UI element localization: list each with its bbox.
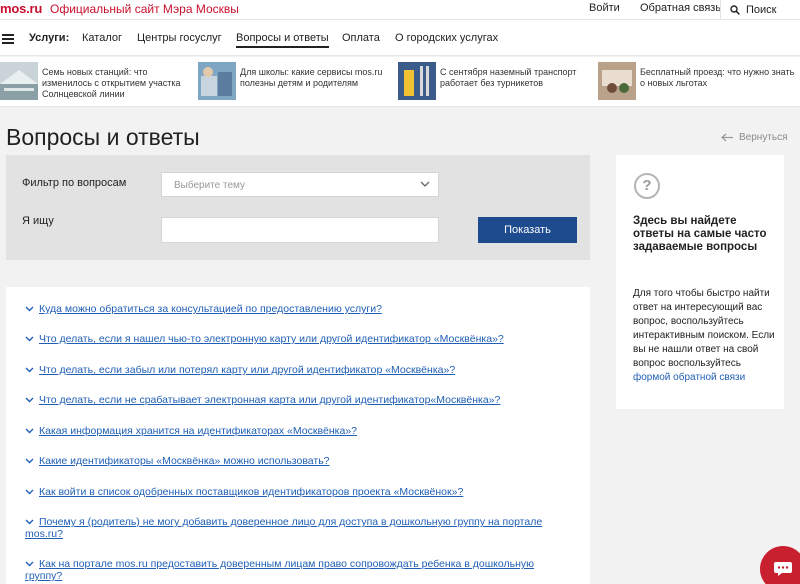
question-item[interactable]: Какая информация хранится на идентификат…	[25, 425, 565, 437]
news-item[interactable]: Бесплатный проезд: что нужно знать о нов…	[598, 62, 798, 102]
chat-bubble-icon	[774, 562, 792, 576]
back-label: Вернуться	[739, 132, 788, 143]
topic-select[interactable]: Выберите тему	[161, 172, 439, 197]
news-text: С сентября наземный транспорт работает б…	[440, 67, 577, 88]
search-label: Поиск	[746, 3, 777, 16]
chat-button[interactable]	[760, 546, 800, 584]
question-text: Куда можно обратиться за консультацией п…	[39, 303, 382, 315]
chevron-down-icon	[25, 306, 34, 312]
topic-select-value: Выберите тему	[174, 180, 246, 191]
back-link[interactable]: Вернуться	[721, 132, 788, 143]
question-text: Какие идентификаторы «Москвёнка» можно и…	[39, 455, 330, 467]
topic-filter-label: Фильтр по вопросам	[22, 177, 127, 189]
top-bar: mos.ru Официальный сайт Мэра Москвы Войт…	[0, 0, 800, 20]
transport-thumbnail	[398, 62, 436, 100]
menu-icon[interactable]	[2, 34, 14, 44]
filter-panel: Фильтр по вопросам Выберите тему Я ищу П…	[6, 155, 590, 260]
question-text: Что делать, если забыл или потерял карту…	[39, 364, 456, 376]
search-icon	[730, 4, 740, 15]
news-text: Для школы: какие сервисы mos.ru полезны …	[240, 67, 383, 88]
nav-item-payment[interactable]: Оплата	[342, 32, 380, 44]
nav-item-faq[interactable]: Вопросы и ответы	[236, 32, 329, 48]
news-item[interactable]: С сентября наземный транспорт работает б…	[398, 62, 588, 102]
services-label: Услуги:	[29, 32, 70, 44]
question-item[interactable]: Как войти в список одобренных поставщико…	[25, 486, 565, 498]
free-ride-thumbnail	[598, 62, 636, 100]
help-sidebar: ? Здесь вы найдете ответы на самые часто…	[616, 155, 784, 409]
question-text: Почему я (родитель) не могу добавить дов…	[25, 516, 543, 540]
chevron-down-icon	[420, 181, 430, 187]
question-item[interactable]: Почему я (родитель) не могу добавить дов…	[25, 516, 565, 540]
chevron-down-icon	[25, 458, 34, 464]
metro-station-thumbnail	[0, 62, 38, 100]
sidebar-text: Для того чтобы быстро найти ответ на инт…	[633, 287, 778, 385]
question-item[interactable]: Что делать, если я нашел чью-то электрон…	[25, 333, 565, 345]
questions-list: Куда можно обратиться за консультацией п…	[6, 287, 590, 584]
question-item[interactable]: Что делать, если забыл или потерял карту…	[25, 364, 565, 376]
chevron-down-icon	[25, 397, 34, 403]
news-item[interactable]: Семь новых станций: что изменилось с отк…	[0, 62, 190, 102]
services-nav: Услуги: Каталог Центры госуслуг Вопросы …	[0, 20, 800, 56]
feedback-form-link[interactable]: формой обратной связи	[633, 372, 745, 383]
site-subtitle[interactable]: Официальный сайт Мэра Москвы	[50, 2, 239, 16]
question-mark-icon: ?	[634, 173, 660, 199]
news-text: Бесплатный проезд: что нужно знать о нов…	[640, 67, 795, 88]
show-button[interactable]: Показать	[478, 217, 577, 243]
site-logo[interactable]: mos.ru	[0, 1, 42, 16]
nav-item-about-services[interactable]: О городских услугах	[395, 32, 498, 44]
chevron-down-icon	[25, 367, 34, 373]
chevron-down-icon	[25, 561, 34, 567]
question-item[interactable]: Какие идентификаторы «Москвёнка» можно и…	[25, 455, 565, 467]
sidebar-title: Здесь вы найдете ответы на самые часто з…	[633, 215, 767, 253]
question-item[interactable]: Куда можно обратиться за консультацией п…	[25, 303, 565, 315]
search-query-input[interactable]	[161, 217, 439, 243]
school-thumbnail	[198, 62, 236, 100]
question-text: Что делать, если я нашел чью-то электрон…	[39, 333, 504, 345]
feedback-link[interactable]: Обратная связь	[640, 2, 721, 14]
chevron-down-icon	[25, 336, 34, 342]
question-text: Как войти в список одобренных поставщико…	[39, 486, 464, 498]
chevron-down-icon	[25, 519, 34, 525]
news-text: Семь новых станций: что изменилось с отк…	[42, 67, 181, 99]
login-link[interactable]: Войти	[589, 2, 620, 14]
question-text: Что делать, если не срабатывает электрон…	[39, 394, 501, 406]
news-strip: Семь новых станций: что изменилось с отк…	[0, 57, 800, 107]
divider	[720, 0, 721, 19]
question-text: Какая информация хранится на идентификат…	[39, 425, 358, 437]
search-query-label: Я ищу	[22, 215, 54, 227]
chevron-down-icon	[25, 489, 34, 495]
question-item[interactable]: Что делать, если не срабатывает электрон…	[25, 394, 565, 406]
question-text: Как на портале mos.ru предоставить довер…	[25, 558, 535, 582]
page-title: Вопросы и ответы	[6, 124, 200, 150]
nav-item-catalog[interactable]: Каталог	[82, 32, 122, 44]
news-item[interactable]: Для школы: какие сервисы mos.ru полезны …	[198, 62, 388, 102]
chevron-down-icon	[25, 428, 34, 434]
nav-item-service-centers[interactable]: Центры госуслуг	[137, 32, 222, 44]
sidebar-description: Для того чтобы быстро найти ответ на инт…	[633, 288, 775, 369]
search-button[interactable]: Поиск	[730, 0, 776, 19]
arrow-left-icon	[721, 133, 733, 142]
question-item[interactable]: Как на портале mos.ru предоставить довер…	[25, 558, 565, 582]
